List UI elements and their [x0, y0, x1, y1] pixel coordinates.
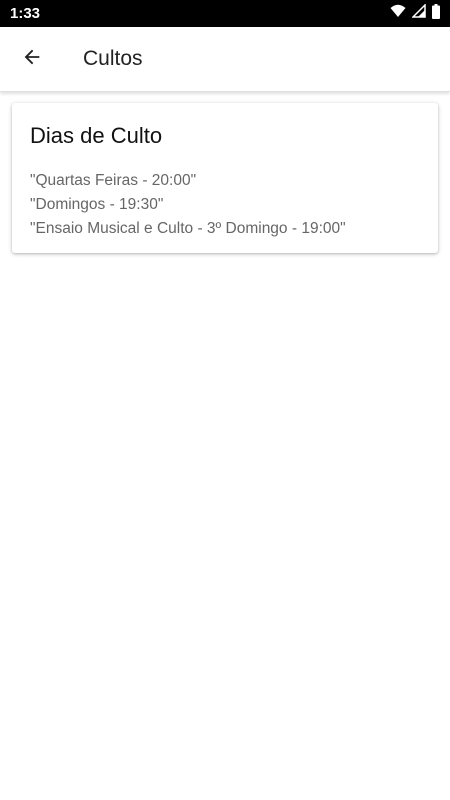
battery-icon	[432, 3, 440, 24]
schedule-item: "Domingos - 19:30"	[30, 196, 164, 213]
wifi-icon	[390, 4, 406, 23]
card-title: Dias de Culto	[30, 123, 163, 148]
signal-icon	[411, 3, 426, 23]
page-title: Cultos	[83, 47, 143, 70]
back-button[interactable]	[12, 39, 52, 79]
schedule-list: "Quartas Feiras - 20:00" "Domingos - 19:…	[30, 169, 346, 241]
schedule-item: "Quartas Feiras - 20:00"	[30, 172, 197, 189]
status-time: 1:33	[10, 5, 41, 22]
status-bar: 1:33	[0, 0, 450, 27]
app-bar: Cultos	[0, 27, 450, 92]
status-icons	[390, 3, 440, 24]
arrow-left-icon	[21, 46, 43, 73]
service-days-card: Dias de Culto "Quartas Feiras - 20:00" "…	[12, 103, 438, 253]
schedule-item: "Ensaio Musical e Culto - 3º Domingo - 1…	[30, 220, 346, 237]
